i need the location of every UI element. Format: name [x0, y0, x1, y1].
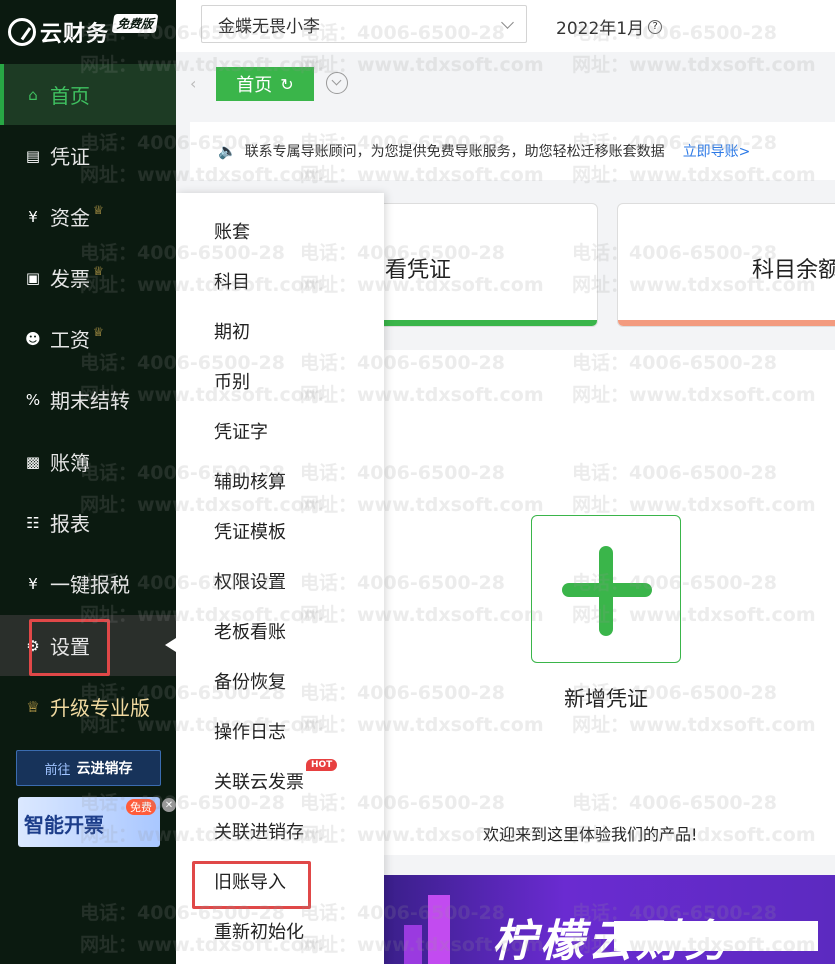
account-selector[interactable]: 金蝶无畏小李 — [201, 5, 527, 43]
menu-item-account-set[interactable]: 账套 — [214, 218, 250, 244]
card-label: 科目余额 — [752, 258, 835, 283]
sidebar: 云财务 免费版 ⌂ 首页 ▤ 凭证 ¥ 资金 ♕ ▣ 发票 ♕ ☻ 工资 ♕ %… — [0, 0, 176, 964]
ledger-chart-icon: ▩ — [25, 452, 41, 471]
promo-name: 云进销存 — [76, 761, 133, 777]
menu-item-link-invoice[interactable]: 关联云发票 — [214, 768, 304, 794]
banner-decoration — [404, 925, 422, 964]
banner-redaction — [614, 921, 818, 951]
menu-pointer — [165, 638, 176, 652]
account-name: 金蝶无畏小李 — [218, 16, 320, 37]
sidebar-item-period-end[interactable]: % 期末结转 — [0, 369, 176, 430]
sidebar-item-voucher[interactable]: ▤ 凭证 — [0, 125, 176, 186]
hot-badge: HOT — [306, 759, 338, 771]
sidebar-item-label: 首页 — [50, 84, 90, 108]
sidebar-item-label: 凭证 — [50, 145, 90, 169]
menu-item-auxiliary[interactable]: 辅助核算 — [214, 468, 286, 494]
sidebar-item-invoice[interactable]: ▣ 发票 ♕ — [0, 247, 176, 308]
sidebar-item-label: 资金 — [50, 206, 90, 230]
crown-icon: ♕ — [93, 324, 104, 339]
banner-decoration — [428, 895, 450, 964]
sidebar-item-home[interactable]: ⌂ 首页 — [0, 64, 176, 125]
promo-prefix: 前往 — [44, 762, 71, 778]
highlight-settings — [29, 619, 110, 676]
top-bar: 金蝶无畏小李 2022年1月 ? — [176, 0, 835, 52]
sidebar-item-label: 升级专业版 — [50, 696, 150, 720]
settings-menu: 账套 科目 期初 币别 凭证字 辅助核算 凭证模板 权限设置 老板看账 备份恢复… — [176, 193, 384, 964]
menu-item-backup[interactable]: 备份恢复 — [214, 668, 286, 694]
free-badge: 免费 — [126, 799, 156, 815]
welcome-text: 欢迎来到这里体验我们的产品! — [483, 825, 698, 844]
add-voucher-label[interactable]: 新增凭证 — [530, 683, 682, 713]
help-icon[interactable]: ? — [648, 19, 663, 34]
report-icon: ☷ — [26, 513, 40, 532]
accounting-period: 2022年1月 ? — [556, 14, 663, 39]
add-voucher-button[interactable] — [531, 515, 681, 663]
refresh-icon[interactable]: ↻ — [280, 75, 293, 94]
voucher-icon: ▤ — [25, 146, 41, 165]
fund-icon: ¥ — [28, 207, 38, 226]
period-label: 2022年1月 — [556, 19, 645, 39]
menu-item-voucher-template[interactable]: 凭证模板 — [214, 518, 286, 544]
card-accent-bar — [618, 320, 835, 326]
erp-promo-button[interactable]: 前往 云进销存 — [16, 750, 161, 786]
crown-icon: ♕ — [93, 202, 104, 217]
salary-icon: ☻ — [25, 329, 41, 348]
card-label: 看凭证 — [385, 258, 452, 283]
highlight-old-import — [192, 861, 311, 909]
tab-dropdown-icon[interactable] — [326, 72, 348, 94]
menu-item-link-erp[interactable]: 关联进销存 — [214, 818, 304, 844]
crown-icon: ♕ — [93, 263, 104, 278]
sidebar-item-fund[interactable]: ¥ 资金 ♕ — [0, 186, 176, 247]
sidebar-item-ledger[interactable]: ▩ 账簿 — [0, 431, 176, 492]
tab-bar: ‹ 首页 ↻ — [176, 60, 835, 106]
tab-home[interactable]: 首页 ↻ — [216, 67, 314, 101]
percent-icon: % — [25, 390, 41, 409]
home-icon: ⌂ — [28, 85, 38, 104]
menu-item-subject[interactable]: 科目 — [214, 268, 250, 294]
sidebar-item-label: 账簿 — [50, 451, 90, 475]
sidebar-item-label: 发票 — [50, 267, 90, 291]
close-icon[interactable]: ✕ — [162, 798, 176, 812]
import-now-link[interactable]: 立即导账> — [683, 141, 751, 161]
sidebar-item-report[interactable]: ☷ 报表 — [0, 492, 176, 553]
promo-banner[interactable]: 柠檬云财务 — [384, 875, 835, 964]
menu-item-voucher-word[interactable]: 凭证字 — [214, 418, 268, 444]
logo-icon — [8, 18, 36, 46]
sidebar-item-label: 报表 — [50, 512, 90, 536]
brand-name: 云财务 — [40, 22, 110, 47]
sidebar-item-label: 一键报税 — [50, 573, 130, 597]
subject-balance-card[interactable]: 科目余额 — [617, 203, 835, 327]
chevron-down-icon — [501, 16, 514, 29]
menu-item-reinitialize[interactable]: 重新初始化 — [214, 918, 304, 944]
notice-bar: 🔈 联系专属导账顾问，为您提供免费导账服务，助您轻松迁移账套数据 立即导账> — [190, 122, 835, 180]
smart-invoice-promo[interactable]: 智能开票 免费 — [18, 797, 160, 847]
invoice-icon: ▣ — [25, 268, 41, 287]
sidebar-item-upgrade[interactable]: ♕ 升级专业版 — [0, 676, 176, 737]
yen-circle-icon: ¥ — [28, 574, 38, 593]
sidebar-item-salary[interactable]: ☻ 工资 ♕ — [0, 308, 176, 369]
speaker-icon: 🔈 — [218, 142, 237, 160]
menu-item-opening[interactable]: 期初 — [214, 318, 250, 344]
menu-item-currency[interactable]: 币别 — [214, 368, 250, 394]
crown-icon: ♕ — [26, 697, 40, 716]
promo-text: 智能开票 — [24, 813, 104, 837]
tab-home-label: 首页 — [236, 75, 273, 96]
menu-item-log[interactable]: 操作日志 — [214, 718, 286, 744]
menu-item-boss-view[interactable]: 老板看账 — [214, 618, 286, 644]
sidebar-item-label: 工资 — [50, 328, 90, 352]
sidebar-item-label: 期末结转 — [50, 389, 130, 413]
chevron-left-icon[interactable]: ‹ — [190, 74, 196, 93]
plus-icon-bar — [562, 583, 652, 597]
free-edition-badge: 免费版 — [111, 13, 159, 33]
sidebar-item-tax[interactable]: ¥ 一键报税 — [0, 553, 176, 614]
brand[interactable]: 云财务 免费版 — [0, 0, 176, 64]
notice-text: 联系专属导账顾问，为您提供免费导账服务，助您轻松迁移账套数据 — [244, 144, 665, 160]
menu-item-permissions[interactable]: 权限设置 — [214, 568, 286, 594]
